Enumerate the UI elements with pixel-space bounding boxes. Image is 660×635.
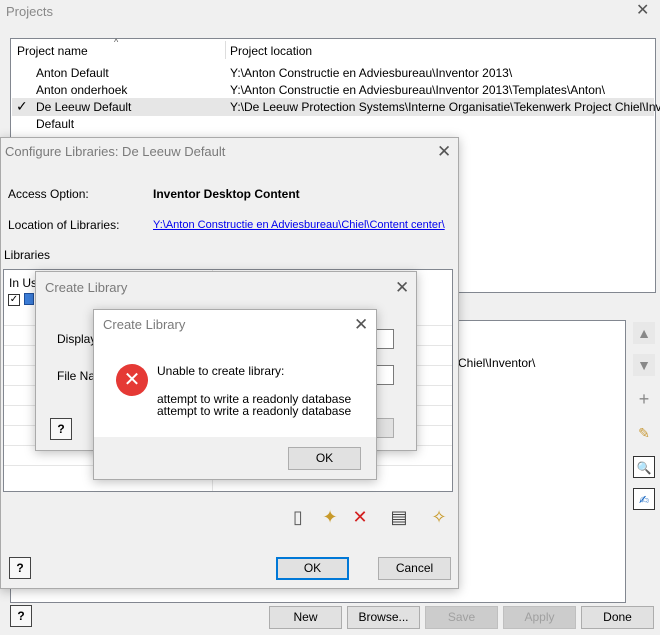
column-header-name[interactable]: Project name: [17, 44, 88, 58]
edit-file-icon[interactable]: ✍: [633, 488, 655, 510]
find-icon[interactable]: 🔍: [633, 456, 655, 478]
ok-button[interactable]: OK: [276, 557, 349, 580]
add-icon[interactable]: +: [633, 388, 655, 410]
active-project-check-icon: ✓: [16, 98, 28, 114]
error-icon: ✕: [116, 364, 148, 396]
move-up-icon[interactable]: ▲: [633, 322, 655, 344]
move-down-icon[interactable]: ▼: [633, 354, 655, 376]
detail-path-text: Chiel\Inventor\: [458, 356, 536, 370]
ok-button[interactable]: OK: [288, 447, 361, 470]
in-use-checkbox[interactable]: ✓: [8, 294, 20, 306]
location-link[interactable]: Y:\Anton Constructie en Adviesbureau\Chi…: [153, 217, 445, 234]
error-detail: attempt to write a readonly database: [157, 404, 352, 418]
delete-icon[interactable]: ✕: [348, 505, 372, 529]
help-icon[interactable]: ?: [50, 418, 72, 440]
dialog-title: Create Library: [103, 317, 186, 332]
location-label: Location of Libraries:: [8, 218, 120, 232]
edit-pencil-icon[interactable]: ✎: [633, 422, 655, 444]
project-location: Y:\Anton Constructie en Adviesbureau\Inv…: [230, 83, 605, 97]
window-title: Projects: [6, 4, 53, 19]
migrate-library-icon[interactable]: ✧: [427, 505, 451, 529]
create-library-icon[interactable]: ✦: [318, 505, 342, 529]
help-icon[interactable]: ?: [9, 557, 31, 579]
error-message: Unable to create library:: [157, 364, 285, 378]
libraries-label: Libraries: [4, 248, 51, 262]
help-icon[interactable]: ?: [10, 605, 32, 627]
project-name[interactable]: De Leeuw Default: [36, 99, 131, 116]
error-dialog: Create Library ✕ ✕ Unable to create libr…: [93, 309, 377, 480]
access-option-label: Access Option:: [8, 187, 89, 201]
close-icon[interactable]: ✕: [437, 142, 451, 162]
browse-button[interactable]: Browse...: [347, 606, 420, 629]
import-library-icon[interactable]: ▤: [387, 505, 411, 529]
save-button[interactable]: Save: [425, 606, 498, 629]
project-location: Y:\De Leeuw Protection Systems\Interne O…: [230, 100, 660, 114]
close-icon[interactable]: ✕: [636, 3, 649, 19]
done-button[interactable]: Done: [581, 606, 654, 629]
project-name[interactable]: Anton Default: [36, 65, 109, 82]
dialog-title: Create Library: [45, 280, 128, 295]
close-icon[interactable]: ✕: [395, 278, 409, 298]
library-properties-icon[interactable]: ▯: [286, 505, 310, 529]
project-name[interactable]: Anton onderhoek: [36, 82, 127, 99]
project-location: Y:\Anton Constructie en Adviesbureau\Inv…: [230, 66, 513, 80]
access-option-value: Inventor Desktop Content: [153, 187, 300, 201]
cancel-button[interactable]: Cancel: [378, 557, 451, 580]
sort-arrow-icon: ^: [114, 37, 119, 47]
project-name[interactable]: Default: [36, 116, 74, 133]
new-button[interactable]: New: [269, 606, 342, 629]
dialog-title: Configure Libraries: De Leeuw Default: [5, 144, 226, 159]
apply-button[interactable]: Apply: [503, 606, 576, 629]
close-icon[interactable]: ✕: [354, 315, 368, 335]
column-header-location[interactable]: Project location: [230, 44, 312, 58]
library-icon: [24, 293, 34, 305]
